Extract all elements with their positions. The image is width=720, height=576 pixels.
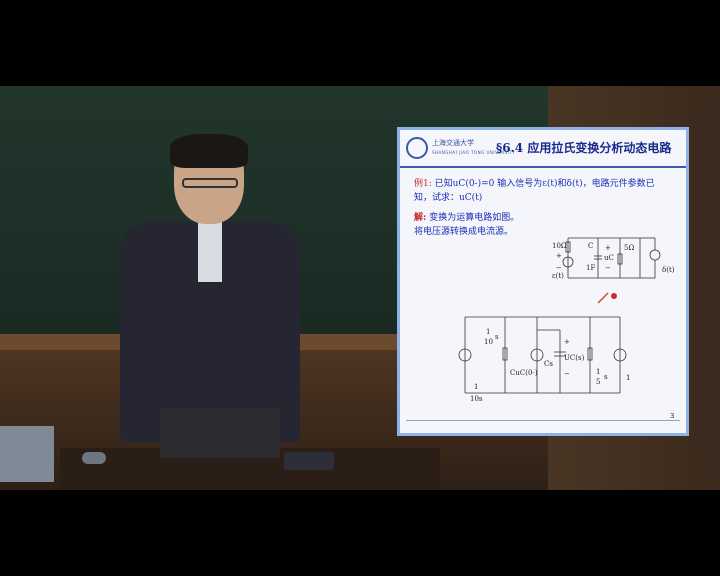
monitor: [0, 426, 54, 482]
pen-cursor-icon: [597, 292, 617, 304]
letterbox-bottom: [0, 490, 720, 576]
laptop: [160, 408, 280, 458]
label-g1-num: 1: [486, 328, 490, 336]
label-plus2: +: [605, 244, 611, 252]
label-src-left-den: 10s: [470, 395, 483, 403]
label-g2-den: 5: [596, 378, 600, 386]
slide-page-number: 3: [670, 412, 675, 420]
label-r1: 10Ω: [552, 242, 567, 250]
label-cu: CuC(0-): [510, 369, 538, 377]
lecturer-hair: [170, 134, 248, 168]
label-g2-num: 1: [596, 368, 600, 376]
label-plus1: +: [556, 252, 562, 260]
label-src2: δ(t): [662, 266, 675, 274]
lecturer-glasses: [182, 178, 238, 188]
label-cs: Cs: [544, 360, 553, 368]
label-ucs: UC(s): [564, 354, 585, 362]
label-g2-s: s: [604, 373, 608, 381]
lecturer-shirt: [198, 222, 222, 282]
lecturer: [112, 134, 308, 442]
label-minus2: −: [605, 264, 611, 272]
label-g1-s: s: [495, 333, 499, 341]
label-src-right: 1: [626, 374, 630, 382]
desk-device: [284, 452, 334, 470]
label-minus1: −: [556, 264, 562, 272]
label-g1-den: 10: [484, 338, 493, 346]
label-minus: −: [564, 370, 570, 378]
label-c: C: [588, 242, 593, 250]
circuit-bottom: [458, 316, 627, 394]
video-frame: 上海交通大学 SHANGHAI JIAO TONG UNIVERSITY §6.…: [0, 0, 720, 576]
label-c-val: 1F: [586, 264, 595, 272]
label-src-left-num: 1: [474, 383, 478, 391]
lecture-scene: 上海交通大学 SHANGHAI JIAO TONG UNIVERSITY §6.…: [0, 86, 720, 490]
slide-footer-line: [406, 420, 680, 421]
label-src1: ε(t): [552, 272, 564, 280]
projected-slide: 上海交通大学 SHANGHAI JIAO TONG UNIVERSITY §6.…: [397, 127, 689, 436]
letterbox-top: [0, 0, 720, 86]
mouse: [82, 452, 106, 464]
label-uc: uC: [604, 254, 614, 262]
label-r2: 5Ω: [624, 244, 634, 252]
circuit-diagrams: 10Ω C 1F uC 5Ω ε(t) δ(t) + − + − 1 10 s …: [458, 237, 675, 403]
label-plus: +: [564, 338, 570, 346]
